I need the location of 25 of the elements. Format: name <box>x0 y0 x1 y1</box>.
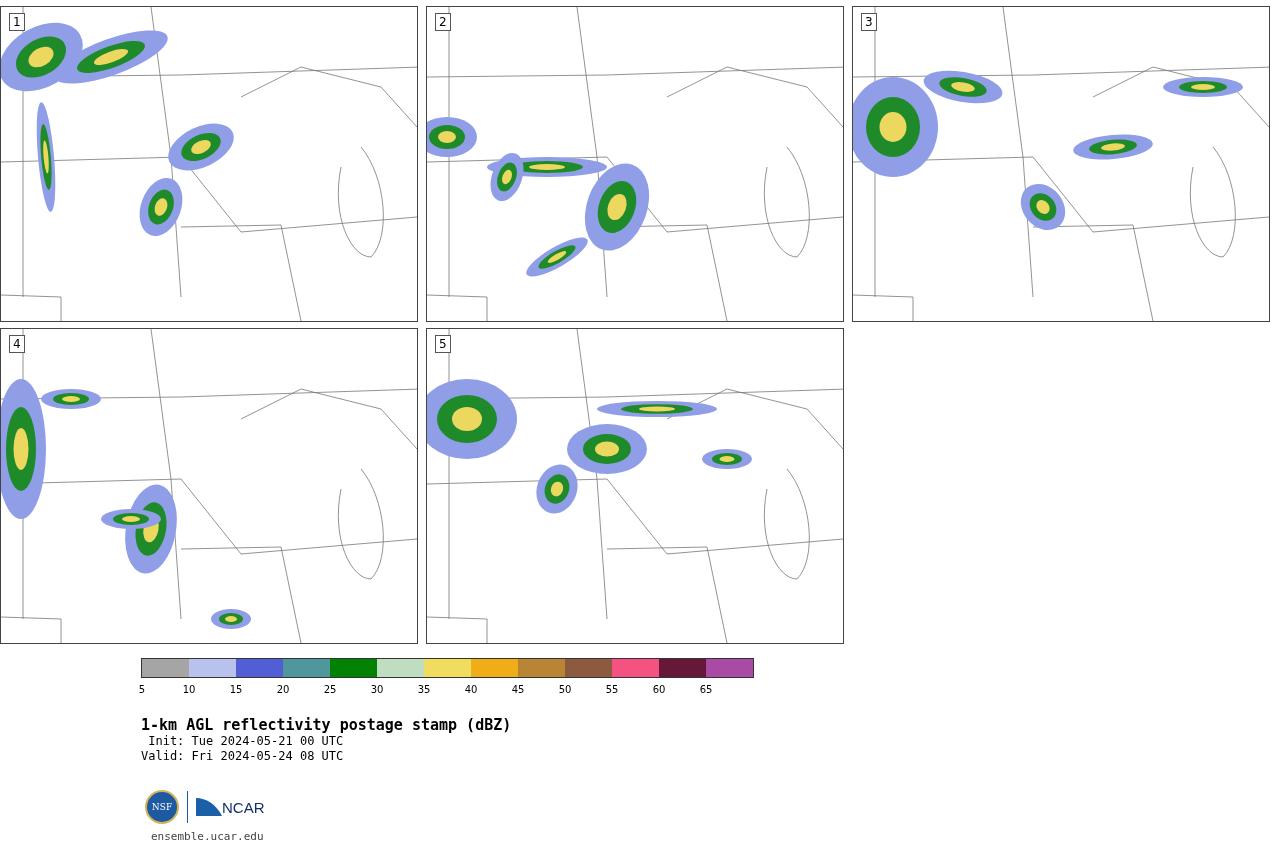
panel-number: 4 <box>9 335 25 353</box>
swoosh-icon <box>196 798 222 816</box>
tick-label: 30 <box>370 684 384 695</box>
init-time: Init: Tue 2024-05-21 00 UTC <box>147 734 345 749</box>
nsf-logo: NSF <box>145 790 179 824</box>
panel-number: 1 <box>9 13 25 31</box>
tick-label: 40 <box>464 684 478 695</box>
panel-number: 5 <box>435 335 451 353</box>
tick-label: 5 <box>138 684 146 695</box>
tick-label: 35 <box>417 684 431 695</box>
tick-label: 20 <box>276 684 290 695</box>
panel-number: 2 <box>435 13 451 31</box>
valid-time: Valid: Fri 2024-05-24 08 UTC <box>141 749 345 764</box>
tick-label: 10 <box>182 684 196 695</box>
panel-number: 3 <box>861 13 877 31</box>
tick-label: 60 <box>652 684 666 695</box>
chart-title: 1-km AGL reflectivity postage stamp (dBZ) <box>141 716 513 734</box>
site-url: ensemble.ucar.edu <box>151 830 265 843</box>
tick-label: 15 <box>229 684 243 695</box>
tick-label: 45 <box>511 684 525 695</box>
tick-label: 65 <box>699 684 713 695</box>
ncar-logo: NCAR <box>222 798 265 816</box>
tick-label: 55 <box>605 684 619 695</box>
tick-label: 25 <box>323 684 337 695</box>
tick-label: 50 <box>558 684 572 695</box>
